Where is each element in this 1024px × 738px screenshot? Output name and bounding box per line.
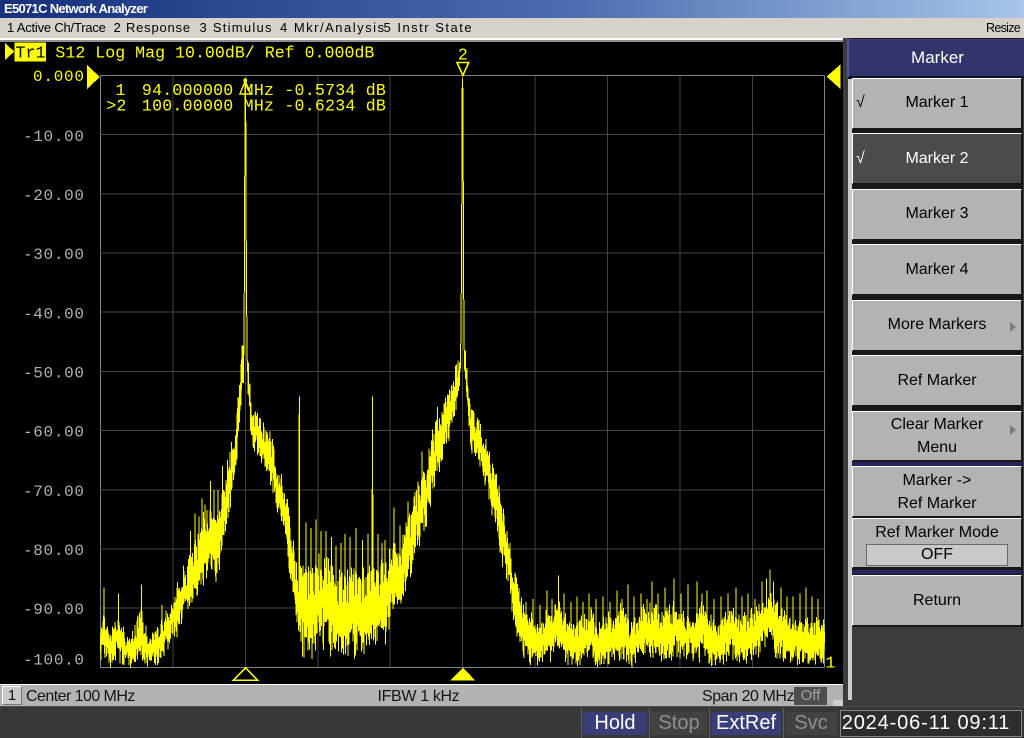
svg-text:-60.00: -60.00	[23, 424, 84, 442]
svg-text:-90.00: -90.00	[23, 601, 84, 619]
svg-text:100.00000 MHz -0.6234 dB: 100.00000 MHz -0.6234 dB	[142, 97, 386, 116]
svg-text:>2: >2	[106, 97, 126, 116]
svg-text:-30.00: -30.00	[23, 246, 84, 264]
svg-text:-70.00: -70.00	[23, 483, 84, 501]
svg-text:-50.00: -50.00	[23, 365, 84, 383]
svg-text:S12 Log Mag 10.00dB/ Ref 0.000: S12 Log Mag 10.00dB/ Ref 0.000dB	[55, 44, 374, 63]
svg-text:1: 1	[825, 654, 835, 673]
svg-text:-10.00: -10.00	[23, 128, 84, 146]
svg-text:-80.00: -80.00	[23, 542, 84, 560]
svg-text:-20.00: -20.00	[23, 187, 84, 205]
svg-text:0.000: 0.000	[33, 68, 84, 86]
svg-text:-40.00: -40.00	[23, 305, 84, 323]
svg-text:Tr1: Tr1	[16, 44, 46, 63]
svg-text:-100.0: -100.0	[23, 652, 84, 670]
